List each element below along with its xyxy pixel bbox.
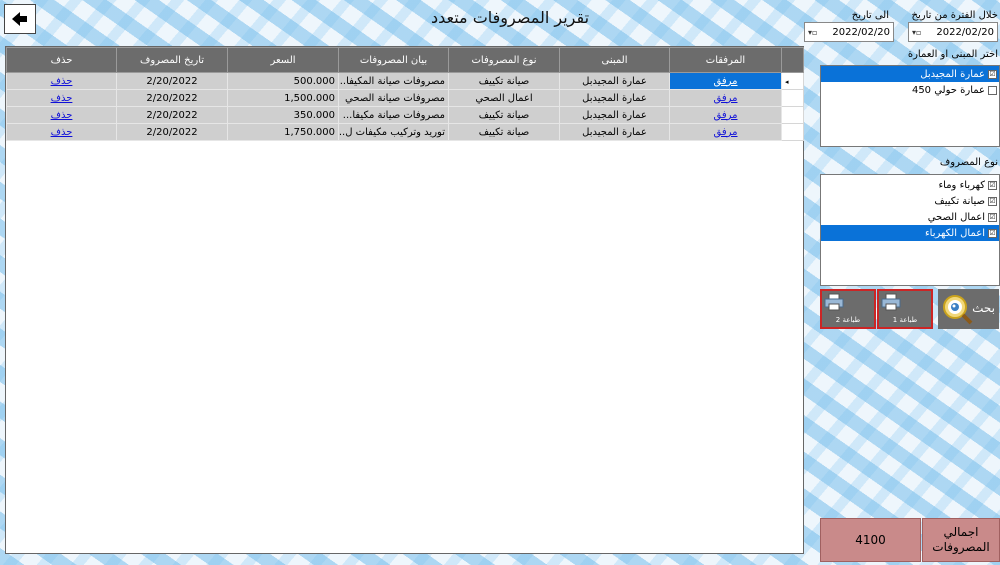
total-expenses-value: 4100 — [820, 518, 921, 562]
checkbox[interactable]: ☑ — [988, 212, 997, 222]
checkbox[interactable]: ☑ — [988, 196, 997, 206]
magnifier-eye-icon — [943, 295, 973, 325]
cell-date: 2/20/2022 — [116, 123, 228, 141]
to-date-value: 2022/02/20 — [832, 26, 890, 38]
table-row[interactable]: حذف 2/20/2022 350.000 مصروفات صيانة مكيف… — [6, 106, 804, 124]
print1-button-label: طباعة 1 — [892, 316, 918, 324]
row-selector[interactable] — [781, 89, 804, 107]
cell-date: 2/20/2022 — [116, 106, 228, 124]
attachment-link[interactable]: مرفق — [714, 76, 738, 87]
buildings-label: اختر المبنى او العمارة — [907, 49, 998, 60]
cell-building: عمارة المجيدبل — [559, 106, 670, 124]
checkbox[interactable] — [988, 85, 997, 95]
search-button[interactable]: بحث — [938, 289, 999, 329]
attachment-link[interactable]: مرفق — [714, 110, 738, 121]
calendar-dropdown-icon[interactable]: ▾▫ — [808, 28, 817, 37]
cell-description: مصروفات صيانة مكيفا... — [338, 106, 449, 124]
printer-icon — [881, 293, 901, 311]
to-date-label: الى تاريخ — [851, 10, 889, 21]
calendar-dropdown-icon[interactable]: ▾▫ — [912, 28, 921, 37]
attachment-link[interactable]: مرفق — [714, 127, 738, 138]
print2-button[interactable]: طباعة 2 — [820, 289, 876, 329]
expense-type-item-label: صيانة تكييف — [934, 195, 985, 207]
expense-type-item-label: اعمال الكهرباء — [924, 227, 985, 239]
col-header-building[interactable]: المبنى — [559, 47, 670, 73]
col-header-description[interactable]: بيان المصروفات — [338, 47, 449, 73]
from-date-value: 2022/02/20 — [936, 26, 994, 38]
from-date-picker[interactable]: ▾▫ 2022/02/20 — [908, 22, 998, 42]
delete-link[interactable]: حذف — [51, 127, 73, 138]
col-header-price[interactable]: السعر — [227, 47, 339, 73]
search-button-label: بحث — [972, 301, 995, 315]
table-row[interactable]: حذف 2/20/2022 1,750.000 توريد وتركيب مكي… — [6, 123, 804, 141]
col-header-date[interactable]: تاريخ المصروف — [116, 47, 228, 73]
checkbox[interactable]: ☑ — [988, 228, 997, 238]
expense-type-label: نوع المصروف — [939, 157, 998, 168]
to-date-picker[interactable]: ▾▫ 2022/02/20 — [804, 22, 894, 42]
cell-expense-type: صيانة تكييف — [448, 72, 560, 90]
cell-date: 2/20/2022 — [116, 89, 228, 107]
cell-building: عمارة المجيدبل — [559, 123, 670, 141]
cell-date: 2/20/2022 — [116, 72, 228, 90]
back-button[interactable] — [4, 4, 36, 34]
cell-building: عمارة المجيدبل — [559, 89, 670, 107]
row-selector[interactable]: ◂ — [781, 72, 804, 90]
expense-type-item[interactable]: ☑ كهرباء وماء — [821, 177, 999, 193]
buildings-listbox[interactable]: ☑ عمارة المجيدبل عمارة حولي 450 — [820, 65, 1000, 147]
expense-type-item[interactable]: ☑ صيانة تكييف — [821, 193, 999, 209]
cell-price: 1,750.000 — [227, 123, 339, 141]
cell-description: توريد وتركيب مكيفات ل... — [338, 123, 449, 141]
printer-icon — [824, 293, 844, 311]
current-row-indicator-icon: ◂ — [785, 77, 789, 86]
table-row[interactable]: حذف 2/20/2022 500.000 مصروفات صيانة المك… — [6, 72, 804, 90]
cell-price: 1,500.000 — [227, 89, 339, 107]
building-item[interactable]: ☑ عمارة المجيدبل — [821, 66, 999, 82]
cell-price: 500.000 — [227, 72, 339, 90]
cell-expense-type: صيانة تكييف — [448, 123, 560, 141]
building-item[interactable]: عمارة حولي 450 — [821, 82, 999, 98]
expenses-grid[interactable]: حذف تاريخ المصروف السعر بيان المصروفات ن… — [5, 46, 804, 554]
expense-type-item[interactable]: ☑ اعمال الصحي — [821, 209, 999, 225]
delete-link[interactable]: حذف — [51, 93, 73, 104]
cell-description: مصروفات صيانة الصحي — [338, 89, 449, 107]
expense-type-item-label: اعمال الصحي — [927, 211, 985, 223]
building-item-label: عمارة المجيدبل — [920, 68, 985, 80]
expense-types-listbox[interactable]: ☑ كهرباء وماء ☑ صيانة تكييف ☑ اعمال الصح… — [820, 174, 1000, 286]
delete-link[interactable]: حذف — [51, 76, 73, 87]
attachment-link[interactable]: مرفق — [714, 93, 738, 104]
print2-button-label: طباعة 2 — [835, 316, 861, 324]
print1-button[interactable]: طباعة 1 — [877, 289, 933, 329]
back-arrow-icon — [12, 12, 27, 26]
table-row[interactable]: حذف 2/20/2022 1,500.000 مصروفات صيانة ال… — [6, 89, 804, 107]
expense-type-item-label: كهرباء وماء — [938, 179, 985, 191]
cell-expense-type: اعمال الصحي — [448, 89, 560, 107]
col-header-attachments[interactable]: المرفقات — [669, 47, 782, 73]
col-header-expense-type[interactable]: نوع المصروفات — [448, 47, 560, 73]
cell-building: عمارة المجيدبل — [559, 72, 670, 90]
grid-header-row: حذف تاريخ المصروف السعر بيان المصروفات ن… — [6, 47, 804, 73]
row-header-corner — [781, 47, 804, 73]
cell-description: مصروفات صيانة المكيفا... — [338, 72, 449, 90]
expense-type-item[interactable]: ☑ اعمال الكهرباء — [821, 225, 999, 241]
row-selector[interactable] — [781, 123, 804, 141]
delete-link[interactable]: حذف — [51, 110, 73, 121]
building-item-label: عمارة حولي 450 — [911, 84, 985, 96]
page-title: تقرير المصروفات متعدد — [430, 8, 590, 27]
checkbox[interactable]: ☑ — [988, 180, 997, 190]
from-date-label: خلال الفترة من تاريخ — [911, 10, 998, 21]
col-header-delete[interactable]: حذف — [6, 47, 117, 73]
cell-price: 350.000 — [227, 106, 339, 124]
row-selector[interactable] — [781, 106, 804, 124]
cell-expense-type: صيانة تكييف — [448, 106, 560, 124]
total-expenses-label: اجمالي المصروفات — [922, 518, 1000, 562]
checkbox[interactable]: ☑ — [988, 69, 997, 79]
